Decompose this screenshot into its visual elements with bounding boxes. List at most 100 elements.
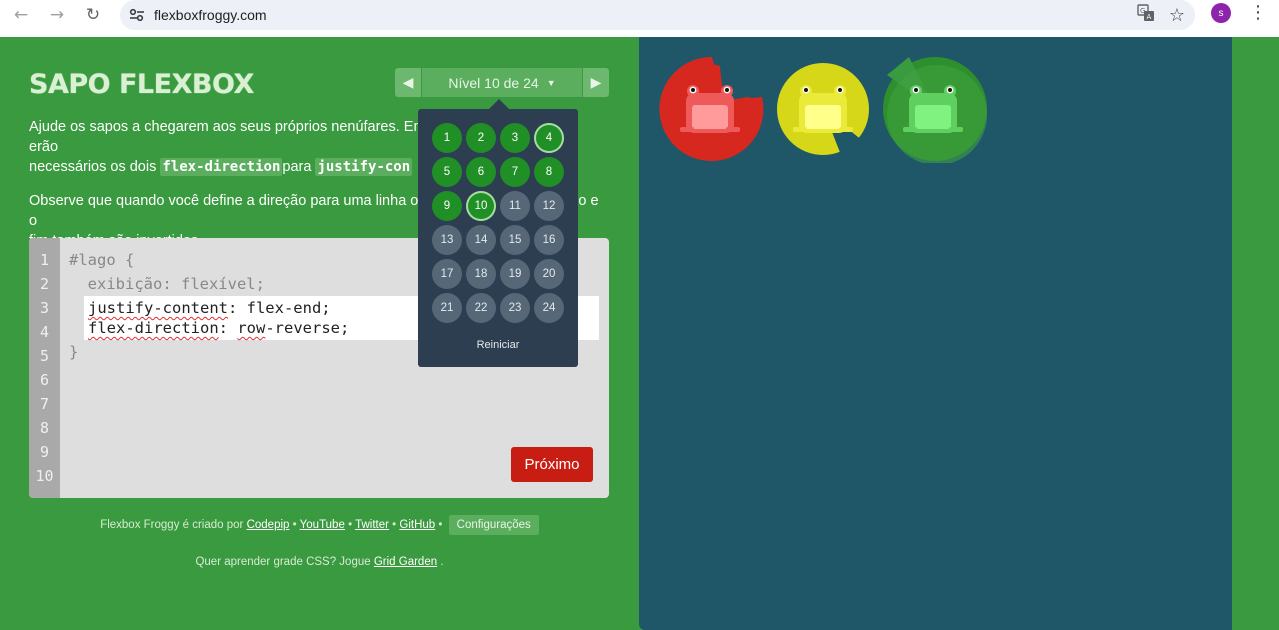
reload-icon[interactable]: ↻ (76, 0, 110, 30)
url-text[interactable]: flexboxfroggy.com (154, 7, 267, 23)
answer-line-1: justify-content: flex-end; (88, 299, 331, 317)
line-number: 3 (39, 299, 50, 317)
css-property: flex-direction (88, 319, 219, 337)
credits: Flexbox Froggy é criado por Codepip • Yo… (0, 515, 639, 535)
level-14-button[interactable]: 14 (466, 225, 496, 255)
twitter-link[interactable]: Twitter (355, 519, 389, 531)
separator: • (392, 519, 397, 531)
grid-garden-promo: Quer aprender grade CSS? Jogue Grid Gard… (0, 556, 639, 568)
instruction-text: para (282, 159, 312, 175)
right-margin (1232, 37, 1279, 630)
lilypad-green (879, 55, 987, 165)
translate-icon[interactable]: GA (1137, 4, 1155, 26)
css-property: justify-content (88, 299, 228, 317)
line-number: 2 (39, 275, 50, 293)
code-line-display: exibição: flexível; (69, 275, 265, 293)
line-number: 10 (35, 467, 54, 485)
separator: • (292, 519, 297, 531)
promo-text: . (440, 556, 444, 568)
level-4-button[interactable]: 4 (534, 123, 564, 153)
level-picker-popup: 1 2 3 4 5 6 7 8 9 10 11 12 13 14 15 16 17 18 19 20 21 22 23 24 … (418, 99, 578, 367)
arrow-right-icon: ▶ (590, 74, 602, 91)
level-23-button[interactable]: 23 (500, 293, 530, 323)
prev-level-button[interactable]: ◀ (395, 68, 421, 97)
level-3-button[interactable]: 3 (500, 123, 530, 153)
caret-down-icon: ▼ (546, 77, 556, 88)
yellow-frog-on-lilypad-icon (777, 63, 869, 155)
level-label: Nível 10 de 24 (448, 74, 539, 91)
level-16-button[interactable]: 16 (534, 225, 564, 255)
logo: SAPO FLEXBOX (29, 69, 254, 100)
instruction-text: Ajude os sapos a chegarem aos seus própr… (29, 119, 434, 135)
line-number: 9 (39, 443, 50, 461)
level-8-button[interactable]: 8 (534, 157, 564, 187)
arrow-left-icon: ◀ (402, 74, 414, 91)
level-11-button[interactable]: 11 (500, 191, 530, 221)
code-flex-direction: flex-direction (160, 158, 283, 176)
line-number: 1 (39, 251, 50, 269)
level-10-button[interactable]: 10 (466, 191, 496, 221)
reset-button[interactable]: Reiniciar (418, 339, 578, 351)
browser-menu-icon[interactable]: ⋮ (1249, 3, 1267, 25)
level-15-button[interactable]: 15 (500, 225, 530, 255)
level-selector: ◀ Nível 10 de 24 ▼ ▶ (395, 68, 609, 97)
settings-button[interactable]: Configurações (448, 515, 539, 535)
youtube-link[interactable]: YouTube (300, 519, 345, 531)
code-line-selector: #lago { (69, 251, 135, 269)
line-number: 5 (39, 347, 50, 365)
level-20-button[interactable]: 20 (534, 259, 564, 289)
answer-line-2: flex-direction: row-reverse; (88, 319, 349, 337)
level-indicator[interactable]: Nível 10 de 24 ▼ (422, 68, 582, 97)
level-12-button[interactable]: 12 (534, 191, 564, 221)
red-frog-on-lilypad-icon (659, 56, 764, 161)
line-number: 7 (39, 395, 50, 413)
instruction-text: erão (29, 139, 59, 155)
level-1-button[interactable]: 1 (432, 123, 462, 153)
lilypad-red (658, 55, 766, 163)
back-icon[interactable]: ← (4, 0, 38, 30)
level-7-button[interactable]: 7 (500, 157, 530, 187)
level-9-button[interactable]: 9 (432, 191, 462, 221)
level-18-button[interactable]: 18 (466, 259, 496, 289)
line-number: 8 (39, 419, 50, 437)
pond (639, 37, 1232, 630)
level-2-button[interactable]: 2 (466, 123, 496, 153)
level-24-button[interactable]: 24 (534, 293, 564, 323)
css-value: : flex-end; (227, 299, 331, 317)
profile-avatar[interactable]: s (1211, 3, 1231, 23)
level-6-button[interactable]: 6 (466, 157, 496, 187)
codepip-link[interactable]: Codepip (247, 519, 290, 531)
separator: • (348, 519, 353, 531)
site-info-icon[interactable] (120, 8, 154, 22)
code-justify-content: justify-con (315, 158, 413, 176)
github-link[interactable]: GitHub (399, 519, 435, 531)
forward-icon[interactable]: → (40, 0, 74, 30)
level-17-button[interactable]: 17 (432, 259, 462, 289)
line-number: 6 (39, 371, 50, 389)
css-value: row (237, 319, 266, 337)
green-frog-on-lilypad-icon (883, 57, 987, 165)
credit-text: Flexbox Froggy é criado por (100, 519, 244, 531)
bookmark-star-icon[interactable]: ☆ (1169, 5, 1185, 26)
instruction-text: necessários os dois (29, 159, 157, 175)
level-19-button[interactable]: 19 (500, 259, 530, 289)
promo-text: Quer aprender grade CSS? Jogue (195, 556, 371, 568)
line-number: 4 (39, 323, 50, 341)
level-22-button[interactable]: 22 (466, 293, 496, 323)
code-line-close: } (69, 343, 79, 361)
css-separator: : (218, 319, 238, 337)
address-bar[interactable]: flexboxfroggy.com GA ☆ (120, 0, 1195, 30)
browser-toolbar: ← → ↻ flexboxfroggy.com GA ☆ s ⋮ (0, 0, 1279, 37)
instruction-text: Observe que quando você define a direção… (29, 193, 427, 209)
lilypad-yellow (771, 55, 879, 163)
level-13-button[interactable]: 13 (432, 225, 462, 255)
svg-text:A: A (1146, 13, 1151, 21)
grid-garden-link[interactable]: Grid Garden (374, 556, 437, 568)
next-button[interactable]: Próximo (511, 447, 593, 482)
css-value: -reverse; (265, 319, 350, 337)
next-level-button[interactable]: ▶ (583, 68, 609, 97)
level-21-button[interactable]: 21 (432, 293, 462, 323)
separator: • (438, 519, 443, 531)
level-5-button[interactable]: 5 (432, 157, 462, 187)
svg-text:G: G (1140, 7, 1145, 15)
